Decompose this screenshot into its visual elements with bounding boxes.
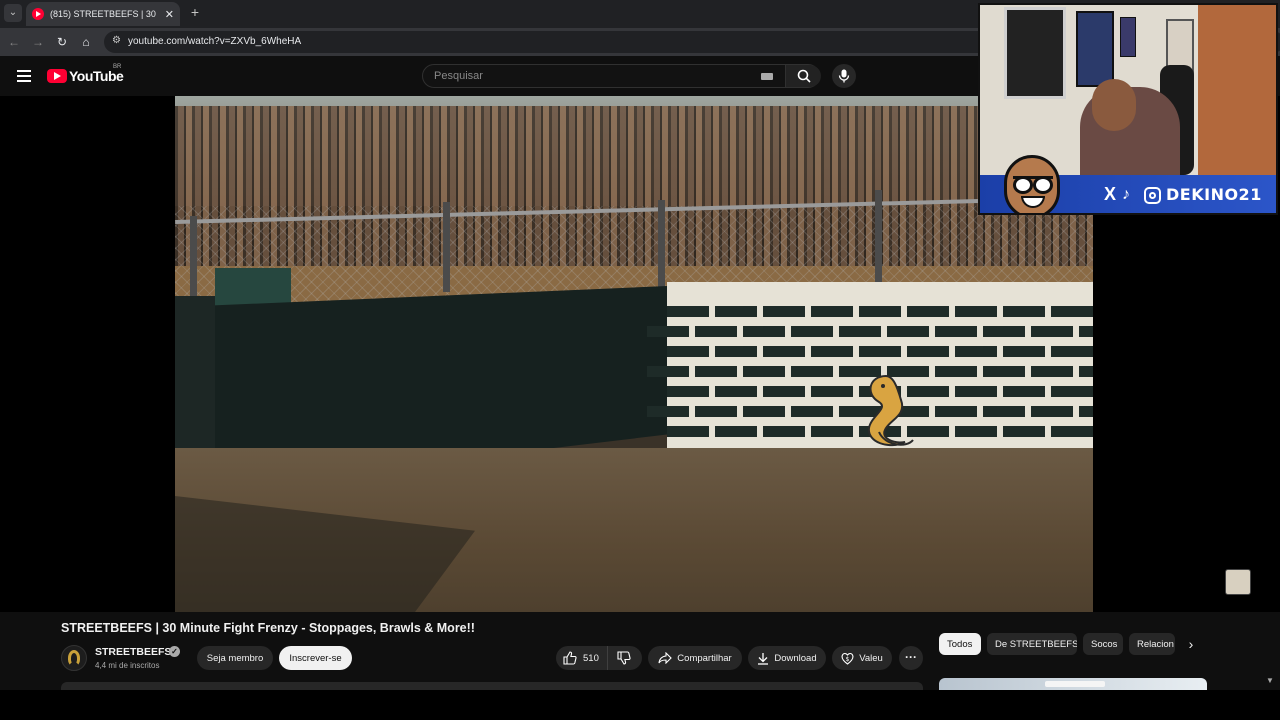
thanks-label: Valeu: [859, 652, 883, 664]
video-frame[interactable]: [175, 96, 1093, 612]
share-icon: [658, 652, 673, 664]
streamer-head: [1092, 79, 1136, 131]
back-icon[interactable]: ←: [6, 34, 22, 50]
join-label: Seja membro: [206, 652, 264, 664]
new-tab-icon[interactable]: +: [188, 4, 202, 20]
tab-search-icon[interactable]: ⌄: [4, 4, 22, 22]
download-icon: [758, 652, 769, 665]
tab-close-icon[interactable]: ✕: [165, 8, 174, 21]
site-info-icon[interactable]: ⚙: [112, 35, 124, 49]
x-logo-icon: X: [1104, 184, 1117, 204]
wall-frame: [1120, 17, 1136, 57]
chip-socos[interactable]: Socos: [1083, 633, 1123, 655]
address-url[interactable]: youtube.com/watch?v=ZXVb_6WheHA: [128, 36, 301, 47]
scroll-down-icon[interactable]: ▼: [1266, 676, 1274, 685]
home-icon[interactable]: ⌂: [78, 34, 94, 50]
fence-tarp: [205, 286, 667, 451]
verified-badge-icon: ✓: [169, 646, 180, 657]
share-label: Compartilhar: [677, 652, 732, 664]
search-button[interactable]: [785, 65, 821, 87]
microphone-icon: [838, 69, 850, 83]
like-button[interactable]: 510: [556, 646, 608, 670]
instagram-icon: [1144, 187, 1161, 204]
tiktok-icon: ♪: [1122, 186, 1130, 203]
youtube-wordmark: YouTube: [69, 68, 124, 84]
chip-relacionados[interactable]: Relacion: [1129, 633, 1175, 655]
share-button[interactable]: Compartilhar: [648, 646, 742, 670]
webcam-overlay: X ♪ DEKINO21: [978, 3, 1278, 215]
subscriber-count: 4,4 mi de inscritos: [95, 661, 160, 670]
wooden-door: [1198, 5, 1276, 175]
like-count: 510: [583, 652, 599, 664]
youtube-logo[interactable]: YouTube BR: [47, 64, 124, 84]
cartoon-avatar: [1004, 155, 1060, 213]
thanks-button[interactable]: $ Valeu: [832, 646, 892, 670]
reload-icon[interactable]: ↻: [54, 34, 70, 50]
join-button[interactable]: Seja membro: [197, 646, 273, 670]
menu-icon[interactable]: [17, 70, 31, 82]
thumbs-up-icon: [563, 651, 577, 665]
chip-todos[interactable]: Todos: [939, 633, 981, 655]
youtube-play-icon: [47, 69, 67, 83]
youtube-favicon-icon: [32, 8, 44, 20]
subscribe-button[interactable]: Inscrever-se: [279, 646, 352, 670]
social-handle: DEKINO21: [1166, 185, 1262, 204]
keyboard-icon[interactable]: [761, 73, 773, 80]
search-placeholder: Pesquisar: [434, 70, 483, 82]
super-thanks-icon: $: [841, 652, 854, 665]
wall-frame: [1076, 11, 1114, 87]
related-video-thumbnail[interactable]: [939, 678, 1207, 690]
cobra-logo-icon: [867, 374, 914, 447]
search-icon: [797, 69, 811, 83]
thumbs-down-icon[interactable]: [616, 651, 632, 665]
channel-name[interactable]: STREETBEEFS: [95, 646, 171, 658]
browser-tab-active[interactable]: (815) STREETBEEFS | 30 Minute Fight Fren…: [26, 2, 180, 26]
download-label: Download: [774, 652, 817, 664]
subscribe-label: Inscrever-se: [289, 652, 342, 664]
channel-avatar[interactable]: [61, 645, 87, 671]
like-dislike-group: 510: [556, 646, 642, 670]
download-button[interactable]: Download: [748, 646, 826, 670]
tab-title: (815) STREETBEEFS | 30 Minute Fight Fren…: [50, 9, 159, 19]
description-box[interactable]: [61, 682, 923, 690]
more-actions-icon[interactable]: ···: [899, 646, 923, 670]
search-input[interactable]: Pesquisar: [422, 64, 821, 88]
country-code: BR: [113, 64, 122, 70]
svg-text:$: $: [846, 656, 850, 663]
chip-de-streetbeefs[interactable]: De STREETBEEFS: [987, 633, 1077, 655]
wall-frame: [1004, 7, 1066, 99]
voice-search-button[interactable]: [832, 64, 856, 88]
channel-watermark-icon[interactable]: [1225, 569, 1251, 595]
forward-icon[interactable]: →: [30, 34, 46, 50]
chevron-right-icon[interactable]: ›: [1180, 633, 1202, 655]
video-title: STREETBEEFS | 30 Minute Fight Frenzy - S…: [61, 621, 475, 635]
